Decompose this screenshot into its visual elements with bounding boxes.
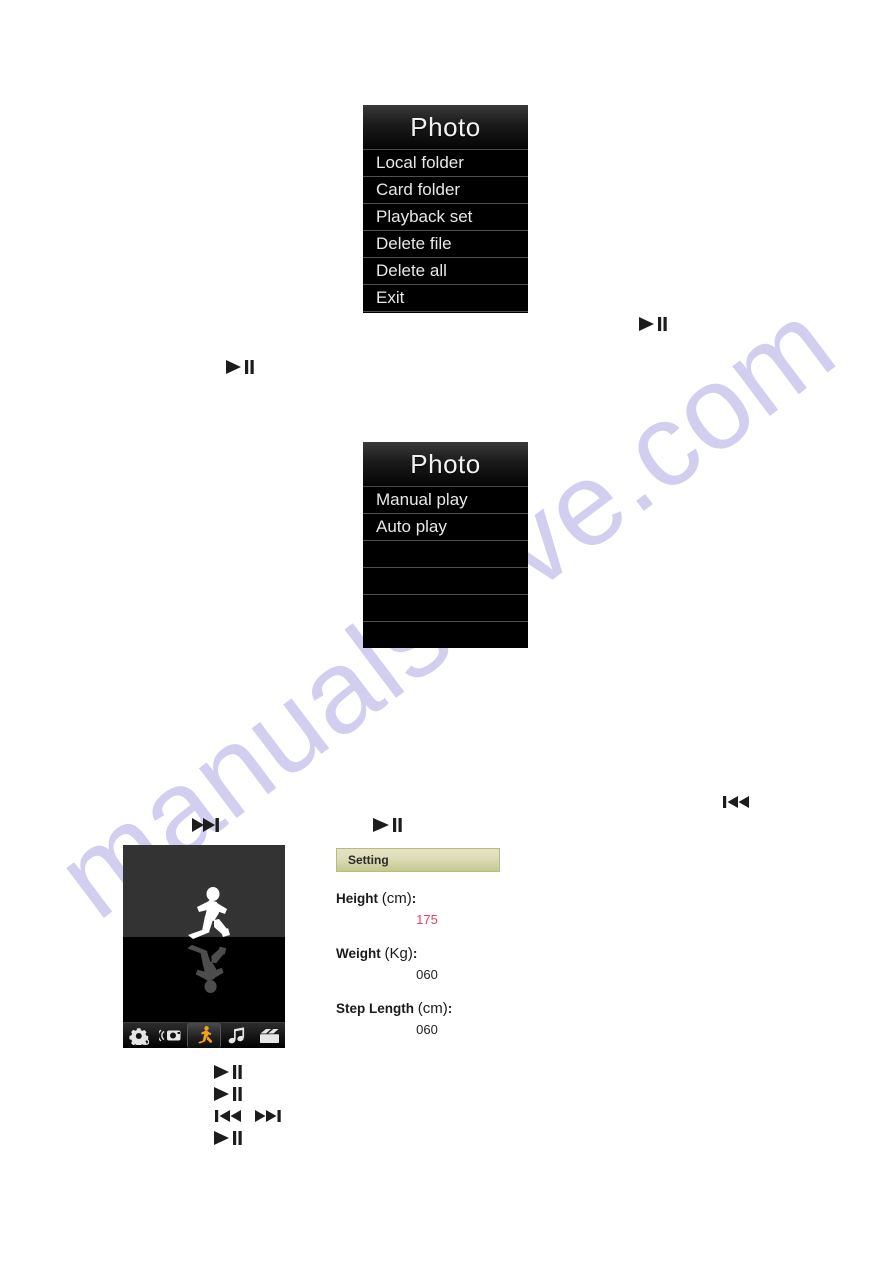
gear-icon — [129, 1027, 149, 1045]
setting-label-height: Height (cm): — [336, 890, 500, 907]
setting-colon-height: : — [411, 891, 417, 906]
photo-playback-menu-list: Manual play Auto play — [363, 487, 528, 648]
setting-label-height-text: Height — [336, 891, 378, 906]
toolbar-item-music[interactable] — [221, 1023, 253, 1048]
setting-unit-height: (cm) — [381, 890, 412, 907]
setting-value-step-length[interactable]: 060 — [336, 1022, 500, 1037]
setting-value-height[interactable]: 175 — [336, 912, 500, 927]
setting-label-step-length: Step Length (cm): — [336, 1000, 500, 1017]
setting-field-step-length: Step Length (cm): 060 — [336, 1000, 500, 1037]
runner-icon — [197, 1026, 212, 1044]
camera-icon — [159, 1029, 181, 1042]
setting-field-height: Height (cm): 175 — [336, 890, 500, 927]
menu-item-auto-play[interactable]: Auto play — [363, 514, 528, 541]
music-note-icon — [228, 1026, 244, 1043]
play-pause-icon-6 — [212, 1129, 244, 1147]
play-pause-icon-5 — [212, 1085, 244, 1103]
setting-colon-weight: : — [412, 946, 418, 961]
setting-field-weight: Weight (Kg): 060 — [336, 945, 500, 982]
running-figure-reflection-icon — [187, 944, 227, 993]
pedometer-screenshot — [123, 845, 285, 1048]
photo-menu-main-screenshot: Photo Local folder Card folder Playback … — [363, 105, 528, 313]
setting-unit-step-length: (cm) — [417, 1000, 448, 1017]
setting-unit-weight: (Kg) — [384, 945, 413, 962]
prev-track-icon-2 — [214, 1107, 244, 1125]
play-pause-icon-4 — [212, 1063, 244, 1081]
menu-item-delete-all[interactable]: Delete all — [363, 258, 528, 285]
setting-label-weight-text: Weight — [336, 946, 381, 961]
toolbar-item-camera[interactable] — [155, 1023, 187, 1048]
play-pause-icon-1 — [637, 315, 669, 333]
toolbar-item-video[interactable] — [253, 1023, 285, 1048]
toolbar-item-settings[interactable] — [123, 1023, 155, 1048]
menu-item-card-folder[interactable]: Card folder — [363, 177, 528, 204]
device-toolbar — [123, 1022, 285, 1048]
photo-menu-main-title: Photo — [363, 105, 528, 150]
menu-item-empty-1 — [363, 541, 528, 568]
setting-label-weight: Weight (Kg): — [336, 945, 500, 962]
play-pause-icon-3 — [371, 815, 403, 835]
running-figure-icon — [188, 887, 230, 939]
menu-item-empty-3 — [363, 595, 528, 622]
menu-item-delete-file[interactable]: Delete file — [363, 231, 528, 258]
setting-value-weight[interactable]: 060 — [336, 967, 500, 982]
photo-playback-menu-screenshot: Photo Manual play Auto play — [363, 442, 528, 648]
photo-menu-main-list: Local folder Card folder Playback set De… — [363, 150, 528, 312]
prev-track-icon-1 — [722, 793, 752, 811]
setting-title: Setting — [348, 853, 389, 867]
next-track-icon-2 — [253, 1107, 283, 1125]
toolbar-item-pedometer[interactable] — [187, 1023, 221, 1048]
setting-screenshot: Setting Height (cm): 175 Weight (Kg): 06… — [336, 848, 500, 1037]
menu-item-empty-2 — [363, 568, 528, 595]
next-track-icon-1 — [190, 815, 222, 835]
menu-item-local-folder[interactable]: Local folder — [363, 150, 528, 177]
photo-playback-menu-title: Photo — [363, 442, 528, 487]
menu-item-manual-play[interactable]: Manual play — [363, 487, 528, 514]
menu-item-exit[interactable]: Exit — [363, 285, 528, 312]
play-pause-icon-2 — [224, 358, 256, 376]
menu-item-playback-set[interactable]: Playback set — [363, 204, 528, 231]
setting-header-bar: Setting — [336, 848, 500, 872]
video-icon — [259, 1028, 279, 1043]
setting-colon-step-length: : — [447, 1001, 453, 1016]
setting-label-step-length-text: Step Length — [336, 1001, 414, 1016]
menu-item-empty-4 — [363, 622, 528, 648]
